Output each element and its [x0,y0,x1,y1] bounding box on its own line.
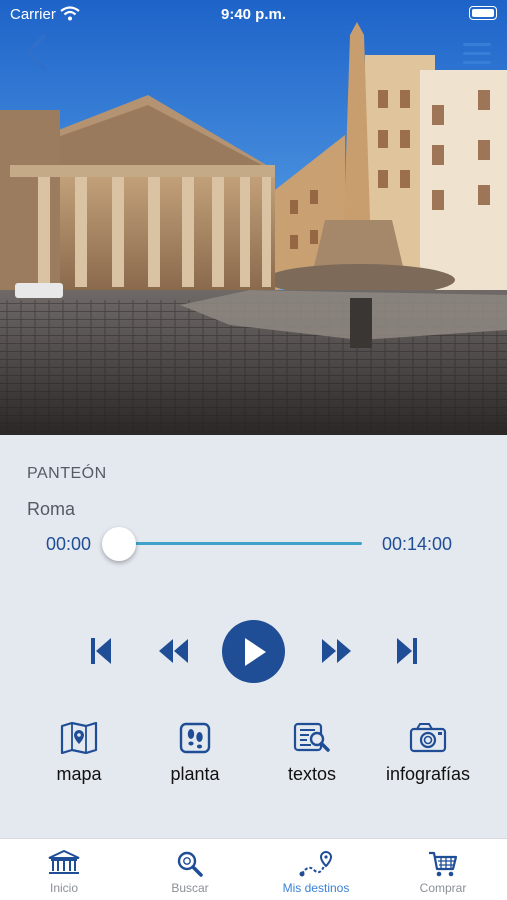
clock: 9:40 p.m. [220,6,287,23]
infographics-button[interactable]: infografías [373,722,483,785]
total-time: 00:14:00 [382,534,453,554]
previous-track-button[interactable] [86,633,116,669]
progress-thumb[interactable] [102,527,136,561]
progress-track[interactable] [120,542,362,545]
tab-bar: Inicio Buscar Mis destinos Comprar [0,838,507,900]
hamburger-icon [463,43,491,64]
camera-icon [409,723,447,753]
rewind-icon [159,639,188,663]
fast-forward-button[interactable] [316,633,358,669]
map-icon [60,722,98,754]
tab-buscar-label: Buscar [171,881,209,895]
monument-city: Roma [27,499,76,519]
rewind-button[interactable] [152,633,194,669]
temple-icon [48,850,80,874]
tab-comprar-label: Comprar [419,881,467,895]
floor-plan-icon [179,722,211,754]
current-time: 00:00 [46,534,92,554]
floor-plan-label: planta [170,764,220,784]
tab-inicio[interactable]: Inicio [1,839,127,900]
tab-buscar[interactable]: Buscar [127,839,253,900]
status-bar: Carrier 9:40 p.m. [0,0,507,30]
texts-button[interactable]: textos [257,722,367,785]
cart-icon [429,851,458,877]
play-button[interactable] [222,620,285,683]
skip-back-icon [91,638,111,664]
route-icon [299,850,333,877]
play-icon [244,637,266,666]
chevron-left-icon [26,34,46,70]
fast-forward-icon [322,639,351,663]
map-button[interactable]: mapa [24,722,134,785]
tab-mis-destinos[interactable]: Mis destinos [253,839,379,900]
tab-inicio-label: Inicio [49,881,78,895]
floor-plan-button[interactable]: planta [140,722,250,785]
map-label: mapa [56,764,102,784]
text-search-icon [293,722,330,752]
menu-button[interactable] [461,40,493,68]
infographics-label: infografías [385,764,471,784]
tab-comprar[interactable]: Comprar [380,839,506,900]
search-icon [177,851,203,877]
texts-label: textos [287,764,337,784]
back-button[interactable] [18,32,54,72]
tab-mis-destinos-label: Mis destinos [282,881,350,895]
hero-photo [0,0,507,435]
battery-icon [469,6,497,20]
monument-name: PANTEÓN [27,465,107,482]
next-track-button[interactable] [392,633,422,669]
skip-forward-icon [397,638,417,664]
